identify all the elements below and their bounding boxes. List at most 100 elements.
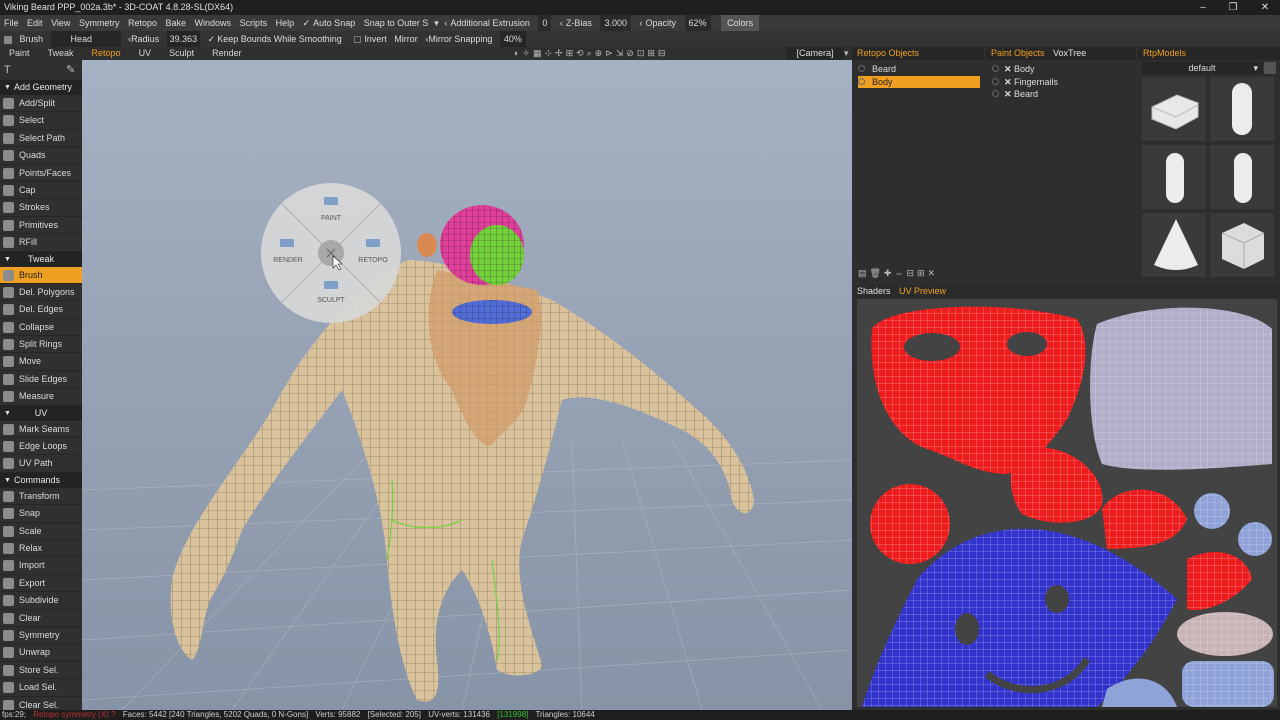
tab-shaders[interactable]: Shaders [857, 286, 891, 296]
tool-transform[interactable]: Transform [0, 487, 82, 506]
mirror-snapping-field[interactable]: 40% [499, 31, 526, 47]
folder-icon[interactable] [1264, 62, 1276, 74]
tool-clear[interactable]: Clear [0, 609, 82, 627]
menu-windows[interactable]: Windows [195, 15, 232, 31]
paint-object-row[interactable]: ✕ Beard [992, 88, 1134, 101]
maximize-button[interactable]: ❐ [1218, 0, 1248, 15]
tab-tweak[interactable]: Tweak [39, 47, 83, 60]
keep-bounds-checkbox-icon[interactable]: ✓ [208, 31, 216, 47]
tool-uv-path[interactable]: UV Path [0, 455, 82, 473]
visibility-icon[interactable] [858, 65, 865, 72]
tab-retopo[interactable]: Retopo [83, 47, 130, 60]
tool-relax[interactable]: Relax [0, 539, 82, 558]
tool-cap[interactable]: Cap [0, 181, 82, 200]
tool-symmetry[interactable]: Symmetry [0, 626, 82, 645]
tool-strokes[interactable]: Strokes [0, 199, 82, 217]
rtp-model-l-shape[interactable] [1142, 77, 1206, 141]
paint-objects-title[interactable]: Paint Objects [991, 48, 1045, 58]
collapse-triangle-icon[interactable]: ▼ [4, 406, 11, 421]
tab-voxtree[interactable]: VoxTree [1053, 48, 1086, 58]
collapse-triangle-icon[interactable]: ▼ [4, 80, 11, 95]
menu-view[interactable]: View [51, 15, 70, 31]
rtp-model-capsule-short[interactable] [1210, 145, 1274, 209]
opacity-drag-icon[interactable]: ‹ [640, 15, 643, 31]
tool-select-path[interactable]: Select Path [0, 129, 82, 148]
menu-scripts[interactable]: Scripts [240, 15, 268, 31]
additional-extrusion-drag-icon[interactable]: ‹ [444, 15, 447, 31]
retopo-object-row[interactable]: Beard [858, 63, 980, 76]
tool-brush[interactable]: Brush [0, 266, 82, 284]
lock-x-icon[interactable]: ✕ [1004, 76, 1014, 89]
head-selector[interactable]: Head [50, 31, 121, 47]
colors-button[interactable]: Colors [721, 15, 760, 31]
tool-snap[interactable]: Snap [0, 505, 82, 523]
menu-symmetry[interactable]: Symmetry [79, 15, 120, 31]
section-header[interactable]: ▼ UV [0, 405, 82, 421]
rtp-model-cone[interactable] [1142, 213, 1206, 277]
tool-select[interactable]: Select [0, 112, 82, 130]
camera-selector[interactable]: [Camera] [786, 47, 844, 60]
tab-paint[interactable]: Paint [0, 47, 39, 60]
tool-split-rings[interactable]: Split Rings [0, 336, 82, 354]
pie-paint[interactable]: PAINT [311, 215, 351, 222]
tool-slide-edges[interactable]: Slide Edges [0, 370, 82, 389]
pie-render[interactable]: RENDER [268, 257, 308, 264]
visibility-icon[interactable] [992, 65, 999, 72]
rtp-model-cylinder[interactable] [1142, 145, 1206, 209]
pen-icon[interactable]: ✎ [66, 60, 75, 80]
tab-uv-preview[interactable]: UV Preview [899, 286, 946, 296]
zbias-drag-icon[interactable]: ‹ [560, 15, 563, 31]
tool-rfill[interactable]: RFill [0, 234, 82, 252]
tool-del-edges[interactable]: Del. Edges [0, 301, 82, 319]
tool-add-split[interactable]: Add/Split [0, 95, 82, 113]
pie-sculpt[interactable]: SCULPT [311, 297, 351, 304]
retopo-objects-title[interactable]: Retopo Objects [857, 48, 919, 58]
tab-sculpt[interactable]: Sculpt [160, 47, 203, 60]
section-header[interactable]: ▼ Add Geometry [0, 80, 82, 95]
menu-help[interactable]: Help [276, 15, 295, 31]
lock-x-icon[interactable]: ✕ [1004, 63, 1014, 76]
radius-field[interactable]: 39.363 [166, 31, 201, 47]
paint-object-row[interactable]: ✕ Fingernails [992, 76, 1134, 89]
text-tool-icon[interactable]: T [4, 64, 11, 76]
visibility-icon[interactable] [992, 77, 999, 85]
tab-render[interactable]: Render [203, 47, 251, 60]
additional-extrusion-field[interactable]: 0 [538, 15, 552, 31]
snap-outer-label[interactable]: Snap to Outer S [364, 15, 429, 31]
tool-unwrap[interactable]: Unwrap [0, 644, 82, 662]
pie-retopo[interactable]: RETOPO [353, 257, 393, 264]
tool-load-sel[interactable]: Load Sel. [0, 679, 82, 697]
menu-retopo[interactable]: Retopo [128, 15, 157, 31]
tool-del-polygons[interactable]: Del. Polygons [0, 283, 82, 302]
invert-checkbox[interactable] [354, 36, 362, 44]
menu-file[interactable]: File [4, 15, 19, 31]
camera-dropdown-icon[interactable]: ▾ [844, 47, 849, 60]
uv-preview[interactable] [857, 299, 1277, 707]
collapse-triangle-icon[interactable]: ▼ [4, 473, 11, 488]
tool-mark-seams[interactable]: Mark Seams [0, 420, 82, 439]
retopo-object-row[interactable]: Body [858, 75, 980, 89]
menu-bake[interactable]: Bake [166, 15, 187, 31]
tool-export[interactable]: Export [0, 574, 82, 593]
minimize-button[interactable]: ‒ [1188, 0, 1218, 15]
viewport-3d[interactable]: PAINT RENDER RETOPO SCULPT [82, 60, 852, 710]
paint-object-row[interactable]: ✕ Body [992, 63, 1134, 76]
tool-scale[interactable]: Scale [0, 522, 82, 540]
section-header[interactable]: ▼ Tweak [0, 251, 82, 267]
tool-store-sel[interactable]: Store Sel. [0, 661, 82, 680]
mirror-label[interactable]: Mirror [394, 31, 418, 47]
rtpmodels-preset-select[interactable]: default ▾ [1142, 62, 1262, 74]
tool-quads[interactable]: Quads [0, 147, 82, 165]
tool-edge-loops[interactable]: Edge Loops [0, 438, 82, 456]
close-button[interactable]: ✕ [1250, 0, 1280, 15]
tool-points-faces[interactable]: Points/Faces [0, 164, 82, 182]
tool-subdivide[interactable]: Subdivide [0, 592, 82, 610]
tool-collapse[interactable]: Collapse [0, 318, 82, 337]
menu-edit[interactable]: Edit [27, 15, 43, 31]
opacity-field[interactable]: 62% [684, 15, 711, 31]
rtp-model-capsule[interactable] [1210, 77, 1274, 141]
tab-uv[interactable]: UV [130, 47, 161, 60]
rtpmodels-title[interactable]: RtpModels [1143, 48, 1186, 58]
chevron-down-icon[interactable]: ▾ [1253, 62, 1258, 74]
layer-tools-icon[interactable]: ▤🗑✚⇔⊟⊞✕ [858, 268, 938, 279]
